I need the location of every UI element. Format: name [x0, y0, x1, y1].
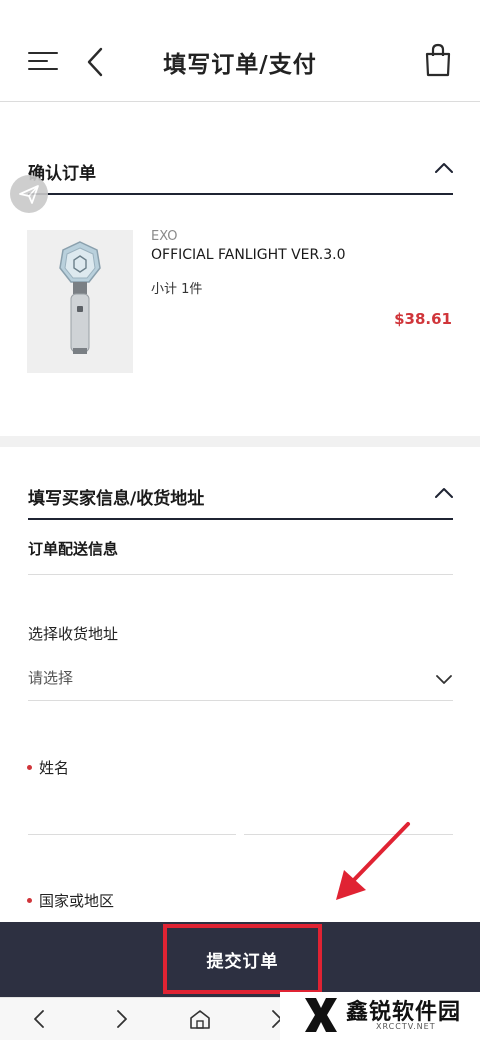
chevron-up-icon[interactable] — [435, 159, 453, 173]
home-icon[interactable] — [189, 1009, 210, 1029]
back-icon[interactable] — [30, 1009, 50, 1029]
product-name[interactable]: OFFICIAL FANLIGHT VER.3.0 — [151, 247, 345, 263]
product-image[interactable] — [27, 230, 133, 373]
annotation-arrow — [330, 818, 420, 908]
country-label: 国家或地区 — [39, 892, 115, 910]
top-header: 填写订单/支付 — [0, 0, 480, 102]
product-brand: EXO — [151, 229, 178, 244]
product-subtotal-qty: 小计 1件 — [151, 282, 203, 297]
confirm-order-section-header[interactable]: 确认订单 — [28, 151, 453, 195]
send-icon[interactable] — [10, 175, 48, 213]
required-marker — [27, 898, 32, 903]
forward-icon[interactable] — [111, 1009, 131, 1029]
watermark-logo-icon — [303, 996, 339, 1034]
required-marker — [27, 765, 32, 770]
first-name-input[interactable] — [28, 834, 236, 835]
divider — [28, 574, 453, 575]
delivery-info-title: 订单配送信息 — [28, 540, 119, 558]
shopping-bag-icon[interactable] — [422, 42, 454, 78]
chevron-down-icon[interactable] — [436, 670, 452, 684]
address-label: 选择收货地址 — [28, 625, 119, 643]
buyer-info-title: 填写买家信息/收货地址 — [28, 489, 205, 509]
name-label: 姓名 — [39, 759, 70, 777]
buyer-info-section-header[interactable]: 填写买家信息/收货地址 — [28, 476, 453, 520]
product-price: $38.61 — [394, 310, 452, 328]
address-select[interactable]: 请选择 — [28, 667, 73, 688]
submit-order-button[interactable]: 提交订单 — [163, 924, 322, 994]
watermark-subtext: XRCCTV.NET — [376, 1022, 436, 1031]
chevron-up-icon[interactable] — [435, 484, 453, 498]
section-divider — [0, 436, 480, 447]
page-title: 填写订单/支付 — [163, 52, 317, 78]
address-underline — [28, 700, 453, 701]
